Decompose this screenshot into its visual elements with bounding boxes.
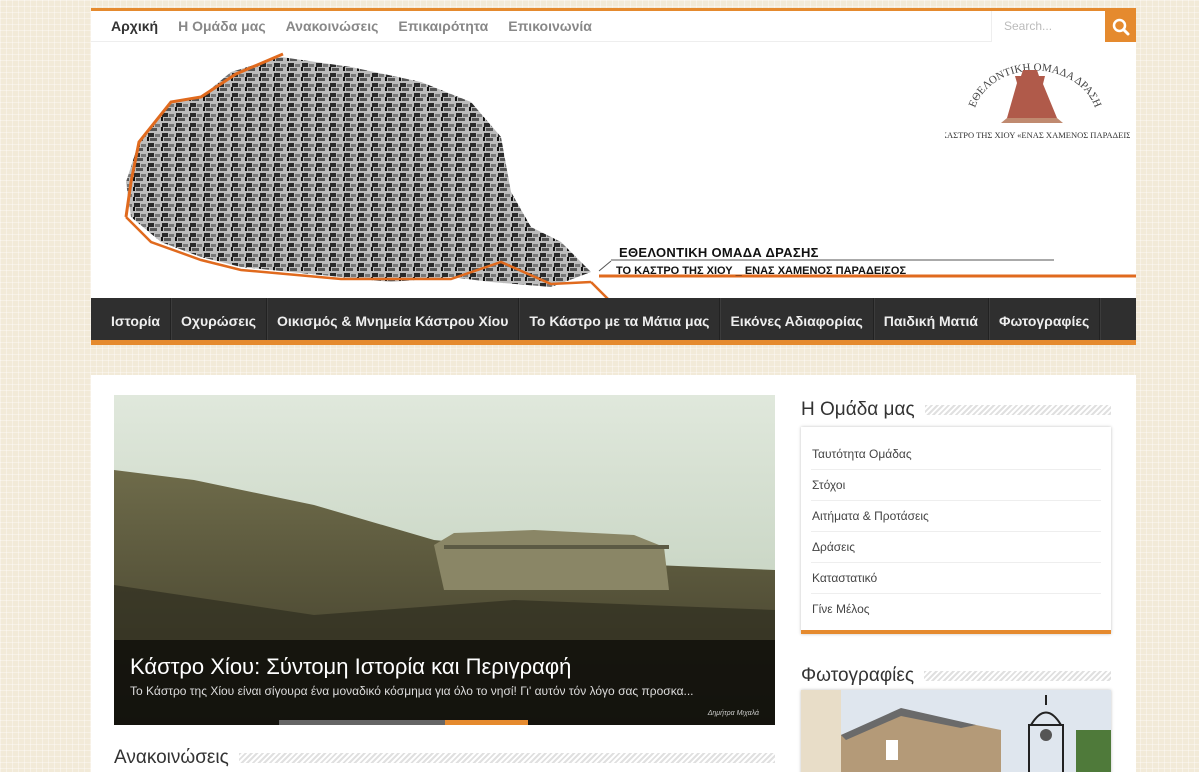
header-banner: ΕΘΕΛΟΝΤΙΚΗ ΟΜΑΔΑ ΔΡΑΣΗΣ ΤΟ ΚΑΣΤΡΟ ΤΗΣ ΧΙ… xyxy=(91,42,1136,298)
banner-subtitle: ΤΟ ΚΑΣΤΡΟ ΤΗΣ ΧΙΟΥ _ ΕΝΑΣ ΧΑΜΕΝΟΣ ΠΑΡΑΔΕ… xyxy=(616,265,907,277)
topnav-contact[interactable]: Επικοινωνία xyxy=(498,11,602,41)
slide-title[interactable]: Κάστρο Χίου: Σύντομη Ιστορία και Περιγρα… xyxy=(130,654,571,680)
section-title: Η Ομάδα μας xyxy=(801,399,915,420)
castle-logo: ΕΘΕΛΟΝΤΙΚΗ ΟΜΑΔΑ ΔΡΑΣΗΣ ΤΟ ΚΑΣΤΡΟ ΤΗΣ ΧΙ… xyxy=(928,42,1136,140)
nav-childs-view[interactable]: Παιδική Ματιά xyxy=(874,298,990,340)
slider-dot-active[interactable] xyxy=(444,720,528,725)
topnav-news[interactable]: Επικαιρότητα xyxy=(388,11,498,41)
slider-dot[interactable] xyxy=(361,720,445,725)
slider-dot-spacer xyxy=(528,720,611,725)
nav-fortifications[interactable]: Οχυρώσεις xyxy=(171,298,268,340)
section-title: Ανακοινώσεις xyxy=(114,747,229,768)
heading-stripe xyxy=(924,405,1111,415)
nav-castle-through-our-eyes[interactable]: Το Κάστρο με τα Μάτια μας xyxy=(519,298,721,340)
team-link-goals[interactable]: Στόχοι xyxy=(811,470,1101,501)
slider-pager xyxy=(114,720,775,725)
heading-stripe xyxy=(238,753,775,763)
search-box: Search... xyxy=(991,11,1136,42)
photo-thumbnail[interactable] xyxy=(801,690,1111,772)
svg-text:ΤΟ ΚΑΣΤΡΟ ΤΗΣ ΧΙΟΥ «ΕΝΑΣ ΧΑΜΕΝ: ΤΟ ΚΑΣΤΡΟ ΤΗΣ ΧΙΟΥ «ΕΝΑΣ ΧΑΜΕΝΟΣ ΠΑΡΑΔΕΙ… xyxy=(945,130,1130,140)
team-link-actions[interactable]: Δράσεις xyxy=(811,532,1101,563)
team-link-requests[interactable]: Αιτήματα & Προτάσεις xyxy=(811,501,1101,532)
team-link-join[interactable]: Γίνε Μέλος xyxy=(811,594,1101,625)
top-bar: Αρχική Η Ομάδα μας Ανακοινώσεις Επικαιρό… xyxy=(91,8,1136,42)
team-menu-widget: Ταυτότητα Ομάδας Στόχοι Αιτήματα & Προτά… xyxy=(801,427,1111,634)
slide-caption: Κάστρο Χίου: Σύντομη Ιστορία και Περιγρα… xyxy=(114,640,775,725)
slider-dot[interactable] xyxy=(278,720,362,725)
banner-tagline: ΕΘΕΛΟΝΤΙΚΗ ΟΜΑΔΑ ΔΡΑΣΗΣ xyxy=(619,245,819,260)
search-button[interactable] xyxy=(1105,11,1136,42)
featured-slider[interactable]: Κάστρο Χίου: Σύντομη Ιστορία και Περιγρα… xyxy=(114,395,775,725)
nav-photos[interactable]: Φωτογραφίες xyxy=(989,298,1101,340)
nav-settlement-monuments[interactable]: Οικισμός & Μνημεία Κάστρου Χίου xyxy=(267,298,520,340)
nav-images-of-neglect[interactable]: Εικόνες Αδιαφορίας xyxy=(720,298,874,340)
main-content: Κάστρο Χίου: Σύντομη Ιστορία και Περιγρα… xyxy=(91,375,1136,772)
heading-stripe xyxy=(924,671,1111,681)
topnav-team[interactable]: Η Ομάδα μας xyxy=(168,11,276,41)
team-link-statute[interactable]: Καταστατικό xyxy=(811,563,1101,594)
team-heading: Η Ομάδα μας xyxy=(801,399,1111,421)
announcements-heading: Ανακοινώσεις xyxy=(114,747,775,769)
main-navigation: Ιστορία Οχυρώσεις Οικισμός & Μνημεία Κάσ… xyxy=(91,298,1136,345)
section-title: Φωτογραφίες xyxy=(801,665,914,686)
slide-excerpt: Το Κάστρο της Χίου είναι σίγουρα ένα μον… xyxy=(130,684,694,698)
photos-heading: Φωτογραφίες xyxy=(801,665,1111,687)
search-icon xyxy=(1112,18,1129,35)
topnav-announcements[interactable]: Ανακοινώσεις xyxy=(276,11,389,41)
topnav-home[interactable]: Αρχική xyxy=(101,11,168,41)
nav-history[interactable]: Ιστορία xyxy=(101,298,172,340)
church-photo xyxy=(801,690,1111,772)
team-link-identity[interactable]: Ταυτότητα Ομάδας xyxy=(811,439,1101,470)
top-navigation: Αρχική Η Ομάδα μας Ανακοινώσεις Επικαιρό… xyxy=(91,11,602,41)
search-input[interactable]: Search... xyxy=(991,11,1105,42)
site-logo[interactable]: ΕΘΕΛΟΝΤΙΚΗ ΟΜΑΔΑ ΔΡΑΣΗΣ ΤΟ ΚΑΣΤΡΟ ΤΗΣ ΧΙ… xyxy=(928,42,1136,148)
photo-credit: Δημήτρα Μιχαλά xyxy=(707,710,759,717)
